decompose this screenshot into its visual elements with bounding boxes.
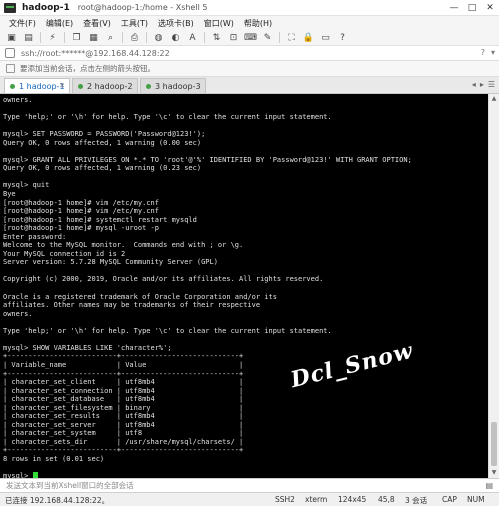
chat-icon[interactable]: ▭	[320, 32, 331, 43]
toolbar-divider	[279, 32, 280, 43]
tab-number: 3	[155, 81, 161, 91]
menu-help[interactable]: 帮助(H)	[244, 18, 272, 29]
window-title: root@hadoop-1:/home - Xshell 5	[77, 3, 208, 12]
hint-bar: 要添加当前会话，点击左侧的箭头按钮。	[0, 61, 499, 77]
tab-close-icon[interactable]: ✕	[59, 82, 65, 90]
tab-number: 1	[19, 81, 25, 91]
xshell-logo-icon	[4, 2, 16, 13]
session-icon	[5, 48, 15, 58]
maximize-button[interactable]: □	[463, 0, 481, 16]
menu-edit[interactable]: 编辑(E)	[46, 18, 73, 29]
font-icon[interactable]: A	[187, 32, 198, 43]
address-help-icon[interactable]: ?	[481, 48, 485, 57]
terminal-scrollbar[interactable]: ▲ ▼	[488, 94, 499, 478]
tab-next-icon[interactable]: ▸	[480, 80, 484, 89]
protocol-status: SSH2	[275, 495, 295, 504]
tab-label: hadoop-3	[162, 81, 201, 91]
lock-icon[interactable]: ⊡	[228, 32, 239, 43]
toolbar-divider	[40, 32, 41, 43]
tab-prev-icon[interactable]: ◂	[472, 80, 476, 89]
caps-indicator: CAP	[442, 495, 457, 504]
address-dropdown-icon[interactable]: ▾	[491, 48, 495, 57]
new-session-icon[interactable]: ▣	[6, 32, 17, 43]
tab-number: 2	[87, 81, 93, 91]
open-folder-icon[interactable]: ▤	[23, 32, 34, 43]
connected-status-icon	[146, 83, 151, 89]
print-icon[interactable]: ⎙	[129, 32, 140, 43]
connection-status: 已连接 192.168.44.128:22。	[5, 496, 110, 505]
cursor-position: 45,8	[378, 495, 395, 504]
hint-text: 要添加当前会话，点击左侧的箭头按钮。	[20, 64, 155, 73]
close-button[interactable]: ✕	[481, 0, 499, 16]
title-bar: hadoop-1 root@hadoop-1:/home - Xshell 5 …	[0, 0, 499, 16]
session-name: hadoop-1	[22, 2, 70, 13]
compose-menu-icon[interactable]: ▤	[485, 481, 493, 490]
tab-bar: 1 hadoop-1 ✕ 2 hadoop-2 3 hadoop-3 ◂ ▸ ☰	[0, 77, 499, 94]
disconnect-icon[interactable]: ⚡	[47, 32, 58, 43]
address-actions: ? ▾	[475, 48, 495, 57]
color-scheme-icon[interactable]: ◐	[170, 32, 181, 43]
toolbar-divider	[146, 32, 147, 43]
tab-hadoop-3[interactable]: 3 hadoop-3	[140, 78, 206, 93]
globe-icon[interactable]: ◍	[153, 32, 164, 43]
toolbar-divider	[122, 32, 123, 43]
menu-tab[interactable]: 选项卡(B)	[158, 18, 194, 29]
keyboard-icon[interactable]: ⌨	[244, 32, 257, 43]
menu-window[interactable]: 窗口(W)	[204, 18, 234, 29]
scroll-down-icon[interactable]: ▼	[489, 468, 499, 478]
status-bar: 已连接 192.168.44.128:22。 SSH2 xterm 124x45…	[0, 492, 499, 506]
menu-view[interactable]: 查看(V)	[83, 18, 111, 29]
find-icon[interactable]: ⌕	[105, 32, 116, 43]
session-address[interactable]: ssh://root:******@192.168.44.128:22	[21, 49, 170, 58]
tab-hadoop-2[interactable]: 2 hadoop-2	[72, 78, 138, 93]
paste-icon[interactable]: ▦	[88, 32, 99, 43]
lock-screen-icon[interactable]: 🔒	[303, 32, 314, 43]
terminal-text: owners. Type 'help;' or '\h' for help. T…	[3, 96, 488, 478]
terminal-size: 124x45	[338, 495, 367, 504]
compose-input[interactable]: 发送文本到当前Xshell窗口的全部会话	[6, 480, 134, 491]
menu-tools[interactable]: 工具(T)	[121, 18, 148, 29]
compose-bar[interactable]: 发送文本到当前Xshell窗口的全部会话 ▤	[0, 478, 499, 492]
xftp-icon[interactable]: ⇅	[211, 32, 222, 43]
toolbar-divider	[64, 32, 65, 43]
num-indicator: NUM	[467, 495, 485, 504]
help-icon[interactable]: ?	[337, 32, 348, 43]
scroll-up-icon[interactable]: ▲	[489, 94, 499, 104]
window-controls: — □ ✕	[445, 0, 499, 16]
fullscreen-icon[interactable]: ⛶	[286, 32, 297, 43]
minimize-button[interactable]: —	[445, 0, 463, 16]
toolbar-divider	[204, 32, 205, 43]
connected-status-icon	[78, 83, 83, 89]
terminal-output[interactable]: owners. Type 'help;' or '\h' for help. T…	[0, 94, 488, 478]
tab-label: hadoop-2	[94, 81, 133, 91]
address-bar[interactable]: ssh://root:******@192.168.44.128:22 ? ▾	[0, 46, 499, 61]
menu-file[interactable]: 文件(F)	[9, 18, 36, 29]
add-session-arrow-icon[interactable]	[6, 64, 15, 73]
scroll-thumb[interactable]	[491, 422, 497, 466]
menu-bar: 文件(F) 编辑(E) 查看(V) 工具(T) 选项卡(B) 窗口(W) 帮助(…	[0, 16, 499, 30]
copy-icon[interactable]: ❐	[71, 32, 82, 43]
toolbar: ▣ ▤ ⚡ ❐ ▦ ⌕ ⎙ ◍ ◐ A ⇅ ⊡ ⌨ ✎ ⛶ 🔒 ▭ ?	[0, 30, 499, 46]
tab-navigation: ◂ ▸ ☰	[468, 80, 495, 89]
compose-icon[interactable]: ✎	[262, 32, 273, 43]
connected-status-icon	[10, 83, 15, 89]
tab-hadoop-1[interactable]: 1 hadoop-1 ✕	[4, 78, 70, 93]
terminal-type: xterm	[305, 495, 328, 504]
session-count: 3 会话	[405, 496, 428, 505]
tab-menu-icon[interactable]: ☰	[488, 80, 495, 89]
